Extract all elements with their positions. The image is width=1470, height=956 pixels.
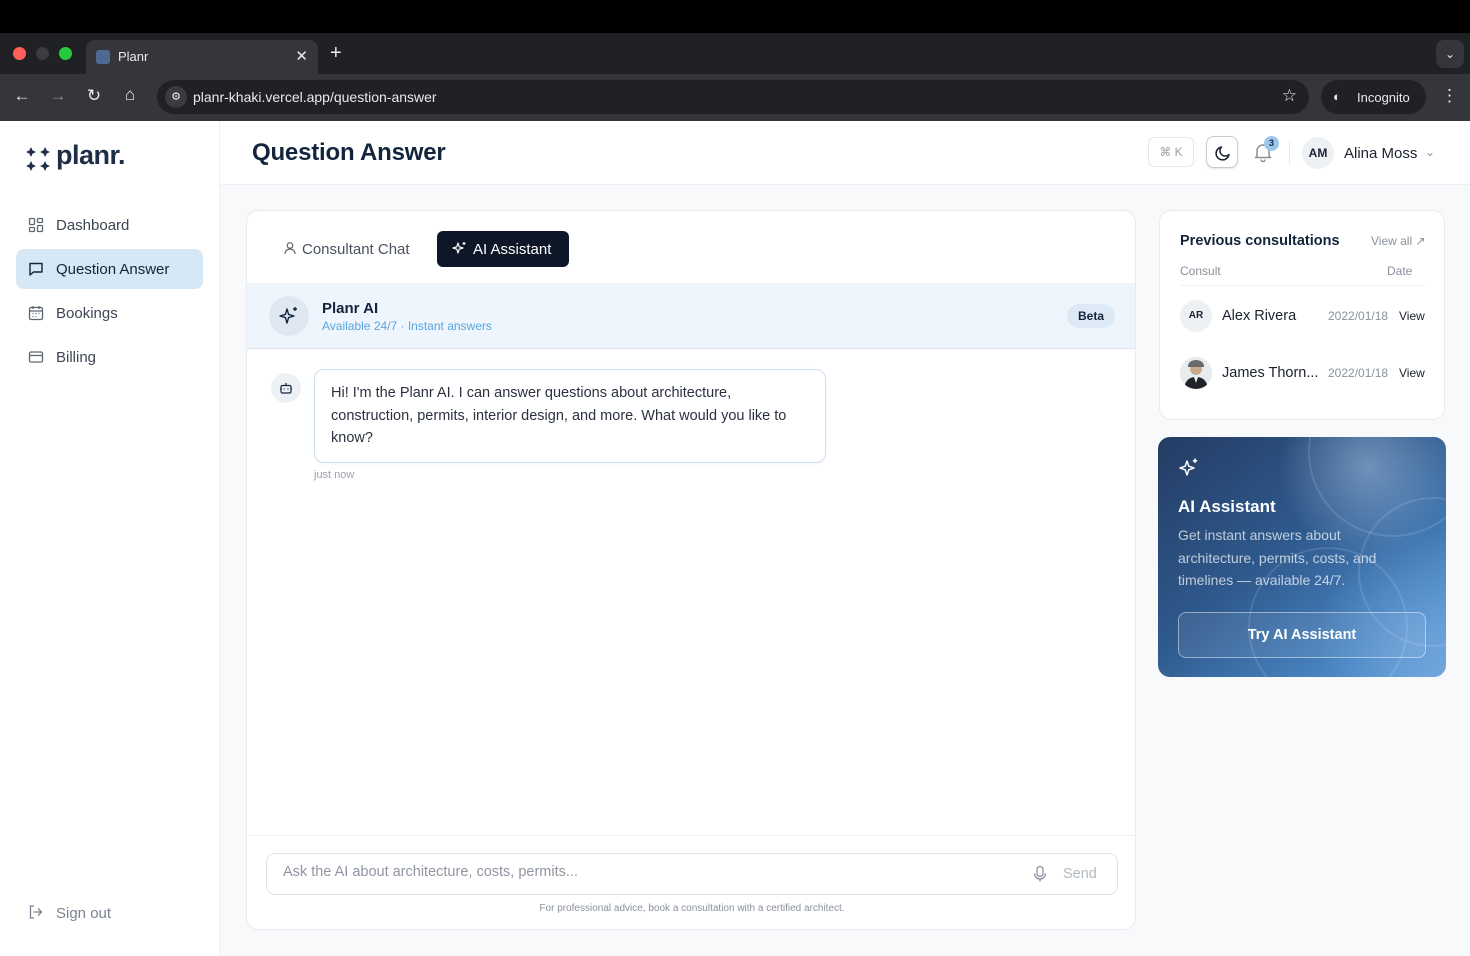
sidebar: planr. Dashboard Question Answer Booking… — [0, 121, 220, 956]
incognito-icon: ◐ — [1333, 89, 1341, 104]
composer: Send For professional advice, book a con… — [247, 835, 1135, 929]
calendar-icon — [28, 306, 44, 321]
sidebar-item-dashboard[interactable]: Dashboard — [16, 205, 203, 245]
command-palette-shortcut[interactable]: ⌘ K — [1148, 137, 1194, 167]
view-all-link[interactable]: View all ↗ — [1371, 234, 1426, 248]
message-timestamp: just now — [314, 469, 355, 481]
theme-toggle-button[interactable] — [1206, 136, 1238, 168]
try-ai-assistant-button[interactable]: Try AI Assistant — [1178, 612, 1426, 658]
person-photo-icon — [1180, 357, 1212, 389]
page-title: Question Answer — [252, 139, 446, 166]
consultation-row: AR Alex Rivera 2022/01/18 View — [1180, 300, 1430, 334]
incognito-label: Incognito — [1357, 90, 1410, 105]
assistant-status: Available 24/7 · Instant answers — [322, 319, 492, 333]
assistant-name: Planr AI — [322, 300, 379, 317]
tab-label: Consultant Chat — [302, 241, 410, 258]
tab-ai-assistant[interactable]: AI Assistant — [437, 231, 569, 267]
promo-title: AI Assistant — [1178, 497, 1276, 516]
sign-out-button[interactable]: Sign out — [16, 893, 203, 933]
sparkles-icon — [1179, 458, 1198, 476]
send-button[interactable]: Send — [1063, 866, 1097, 882]
sidebar-item-bookings[interactable]: Bookings — [16, 293, 203, 333]
page-header: Question Answer ⌘ K 3 AM Alina Moss ⌄ — [220, 121, 1470, 185]
section-title: Previous consultations — [1180, 233, 1340, 249]
dashboard-icon — [28, 217, 44, 233]
address-bar[interactable]: ⚙ planr-khaki.vercel.app/question-answer… — [157, 80, 1309, 114]
avatar-photo — [1180, 357, 1212, 389]
logo-sparkle-icon — [26, 147, 50, 171]
reload-icon[interactable]: ↻ — [83, 86, 105, 106]
bot-message: Hi! I'm the Planr AI. I can answer quest… — [314, 369, 826, 463]
bot-icon — [280, 383, 292, 394]
chat-input-box[interactable]: Send — [266, 853, 1118, 895]
moon-icon — [1215, 146, 1230, 161]
consultation-date: 2022/01/18 — [1328, 366, 1389, 380]
forward-icon[interactable]: → — [47, 86, 69, 106]
consultant-name: James Thorn... — [1222, 365, 1319, 381]
back-icon[interactable]: ← — [11, 86, 33, 106]
sign-out-icon — [29, 905, 43, 919]
sparkles-icon — [279, 307, 297, 324]
promo-description: Get instant answers about architecture, … — [1178, 527, 1377, 588]
tab-close-icon[interactable]: ✕ — [295, 47, 308, 65]
user-icon — [284, 242, 296, 255]
chevron-down-icon[interactable]: ⌄ — [1425, 145, 1435, 159]
assistant-avatar — [269, 296, 309, 336]
avatar: AR — [1180, 300, 1212, 332]
window-titlebar — [0, 0, 1470, 33]
sidebar-item-label: Dashboard — [56, 217, 130, 234]
home-icon[interactable]: ⌂ — [119, 85, 141, 105]
view-link[interactable]: View — [1399, 309, 1425, 323]
tab-consultant-chat[interactable]: Consultant Chat — [267, 231, 410, 267]
microphone-icon[interactable] — [1032, 865, 1048, 883]
sign-out-label: Sign out — [56, 905, 112, 922]
sidebar-item-label: Question Answer — [56, 261, 170, 278]
sidebar-item-billing[interactable]: Billing — [16, 337, 203, 377]
consultation-date: 2022/01/18 — [1328, 309, 1389, 323]
main-content: Question Answer ⌘ K 3 AM Alina Moss ⌄ Co… — [220, 121, 1470, 956]
favicon-icon — [96, 50, 110, 64]
chat-input[interactable] — [283, 864, 1003, 880]
divider — [1180, 285, 1426, 286]
logo-text: planr. — [56, 140, 126, 170]
column-header-date: Date — [1387, 264, 1413, 278]
header-divider — [1289, 141, 1290, 165]
bot-avatar — [271, 373, 301, 403]
disclaimer: For professional advice, book a consulta… — [539, 903, 845, 914]
column-header-consult: Consult — [1180, 264, 1221, 278]
view-link[interactable]: View — [1399, 366, 1425, 380]
tab-search-chevron-icon[interactable]: ⌄ — [1436, 40, 1464, 68]
chat-panel: Consultant Chat AI Assistant Planr AI Av… — [246, 210, 1136, 930]
sidebar-item-label: Billing — [56, 349, 97, 366]
sparkles-icon — [452, 242, 466, 254]
bookmark-star-icon[interactable]: ☆ — [1282, 86, 1297, 106]
new-tab-button[interactable]: + — [330, 42, 342, 65]
tab-label: AI Assistant — [473, 241, 552, 258]
close-window-button[interactable] — [13, 47, 26, 60]
consultation-row: James Thorn... 2022/01/18 View — [1180, 357, 1430, 391]
site-settings-icon[interactable]: ⚙ — [165, 86, 187, 108]
consultant-name: Alex Rivera — [1222, 308, 1297, 324]
beta-badge: Beta — [1067, 304, 1115, 328]
incognito-badge[interactable]: ◐ Incognito — [1321, 80, 1426, 114]
maximize-window-button[interactable] — [59, 47, 72, 60]
browser-tab[interactable]: Planr ✕ — [86, 40, 318, 74]
minimize-window-button[interactable] — [36, 47, 49, 60]
sidebar-item-label: Bookings — [56, 305, 118, 322]
ai-assistant-promo: AI Assistant Get instant answers about a… — [1158, 437, 1446, 677]
user-avatar[interactable]: AM — [1302, 137, 1334, 169]
browser-menu-icon[interactable]: ⋮ — [1441, 86, 1458, 106]
card-icon — [28, 351, 44, 363]
notification-count-badge: 3 — [1264, 136, 1279, 151]
user-name[interactable]: Alina Moss — [1344, 145, 1417, 162]
tab-title: Planr — [118, 49, 149, 64]
chat-icon — [29, 262, 43, 276]
previous-consultations: Previous consultations View all ↗ Consul… — [1159, 210, 1445, 420]
assistant-header: Planr AI Available 24/7 · Instant answer… — [247, 283, 1135, 349]
sidebar-item-question-answer[interactable]: Question Answer — [16, 249, 203, 289]
url-text: planr-khaki.vercel.app/question-answer — [193, 89, 437, 105]
